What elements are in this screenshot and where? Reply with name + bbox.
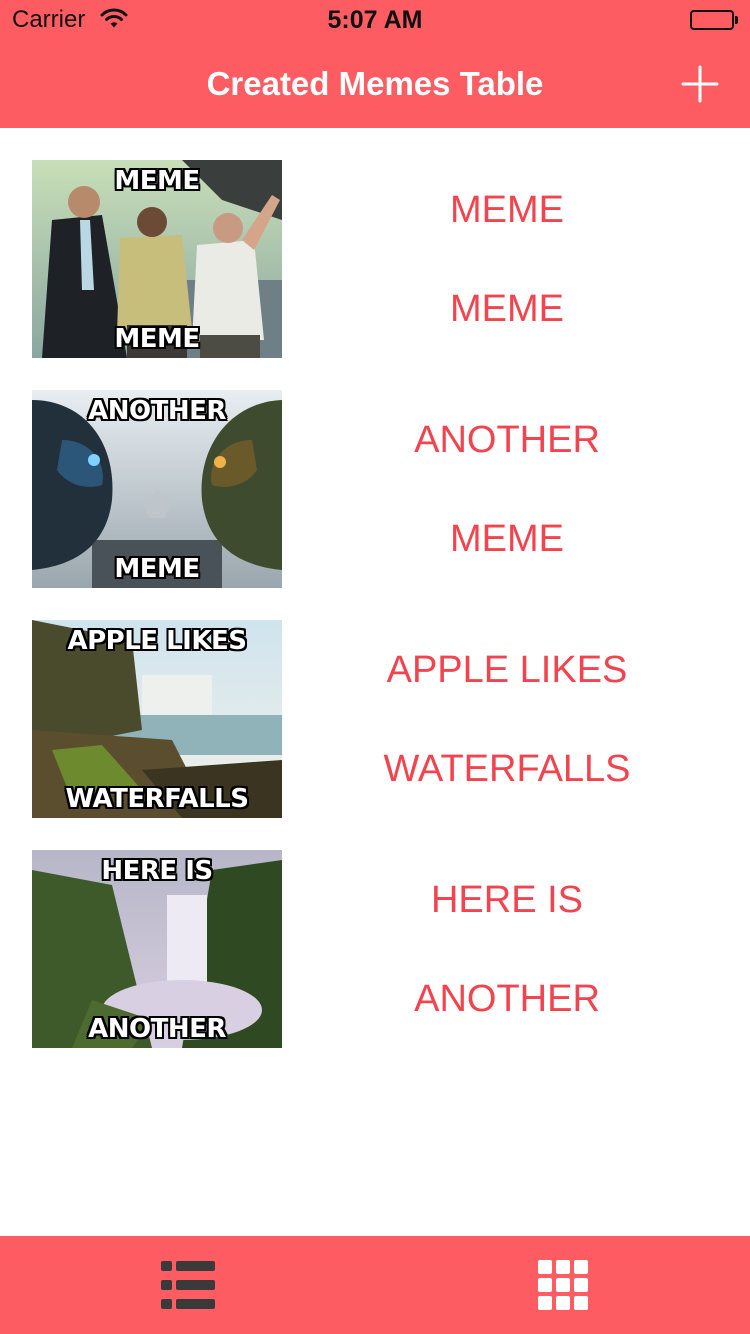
navigation-bar: Created Memes Table [0,40,750,128]
row-top-text: MEME [450,189,564,231]
row-bottom-text: WATERFALLS [383,748,631,790]
row-top-text: HERE IS [430,879,584,921]
table-row[interactable]: ANOTHER MEME ANOTHER MEME [0,358,750,588]
add-meme-button[interactable] [670,56,730,112]
meme-top-caption: APPLE LIKES [67,626,248,656]
row-bottom-text: ANOTHER [414,978,600,1020]
battery-icon [690,10,740,32]
grid-icon [537,1260,588,1310]
meme-bottom-caption: MEME [114,554,200,584]
meme-thumbnail: HERE IS ANOTHER [32,850,282,1048]
row-top-text: ANOTHER [414,419,600,461]
tab-table-view[interactable] [0,1236,375,1334]
list-icon [160,1261,215,1309]
tab-collection-view[interactable] [375,1236,750,1334]
status-bar: Carrier 5:07 AM [0,0,750,40]
row-top-text: APPLE LIKES [386,649,628,691]
row-bottom-text: MEME [450,518,564,560]
tab-bar [0,1236,750,1334]
status-time: 5:07 AM [327,6,423,34]
page-title: Created Memes Table [206,65,544,102]
table-row[interactable]: HERE IS ANOTHER HERE IS ANOTHER [0,818,750,1048]
table-row[interactable]: APPLE LIKES WATERFALLS APPLE LIKES WATER… [0,588,750,818]
table-row[interactable]: MEME MEME MEME MEME [0,128,750,358]
meme-top-caption: ANOTHER [88,396,226,426]
meme-top-caption: HERE IS [101,856,213,886]
row-bottom-text: MEME [450,288,564,330]
meme-thumbnail: APPLE LIKES WATERFALLS [32,620,282,818]
meme-thumbnail: ANOTHER MEME [32,390,282,588]
meme-thumbnail: MEME MEME [32,160,282,358]
meme-bottom-caption: ANOTHER [88,1014,226,1044]
meme-bottom-caption: WATERFALLS [65,784,249,814]
meme-top-caption: MEME [114,166,200,196]
meme-bottom-caption: MEME [114,324,200,354]
plus-icon [681,65,719,103]
